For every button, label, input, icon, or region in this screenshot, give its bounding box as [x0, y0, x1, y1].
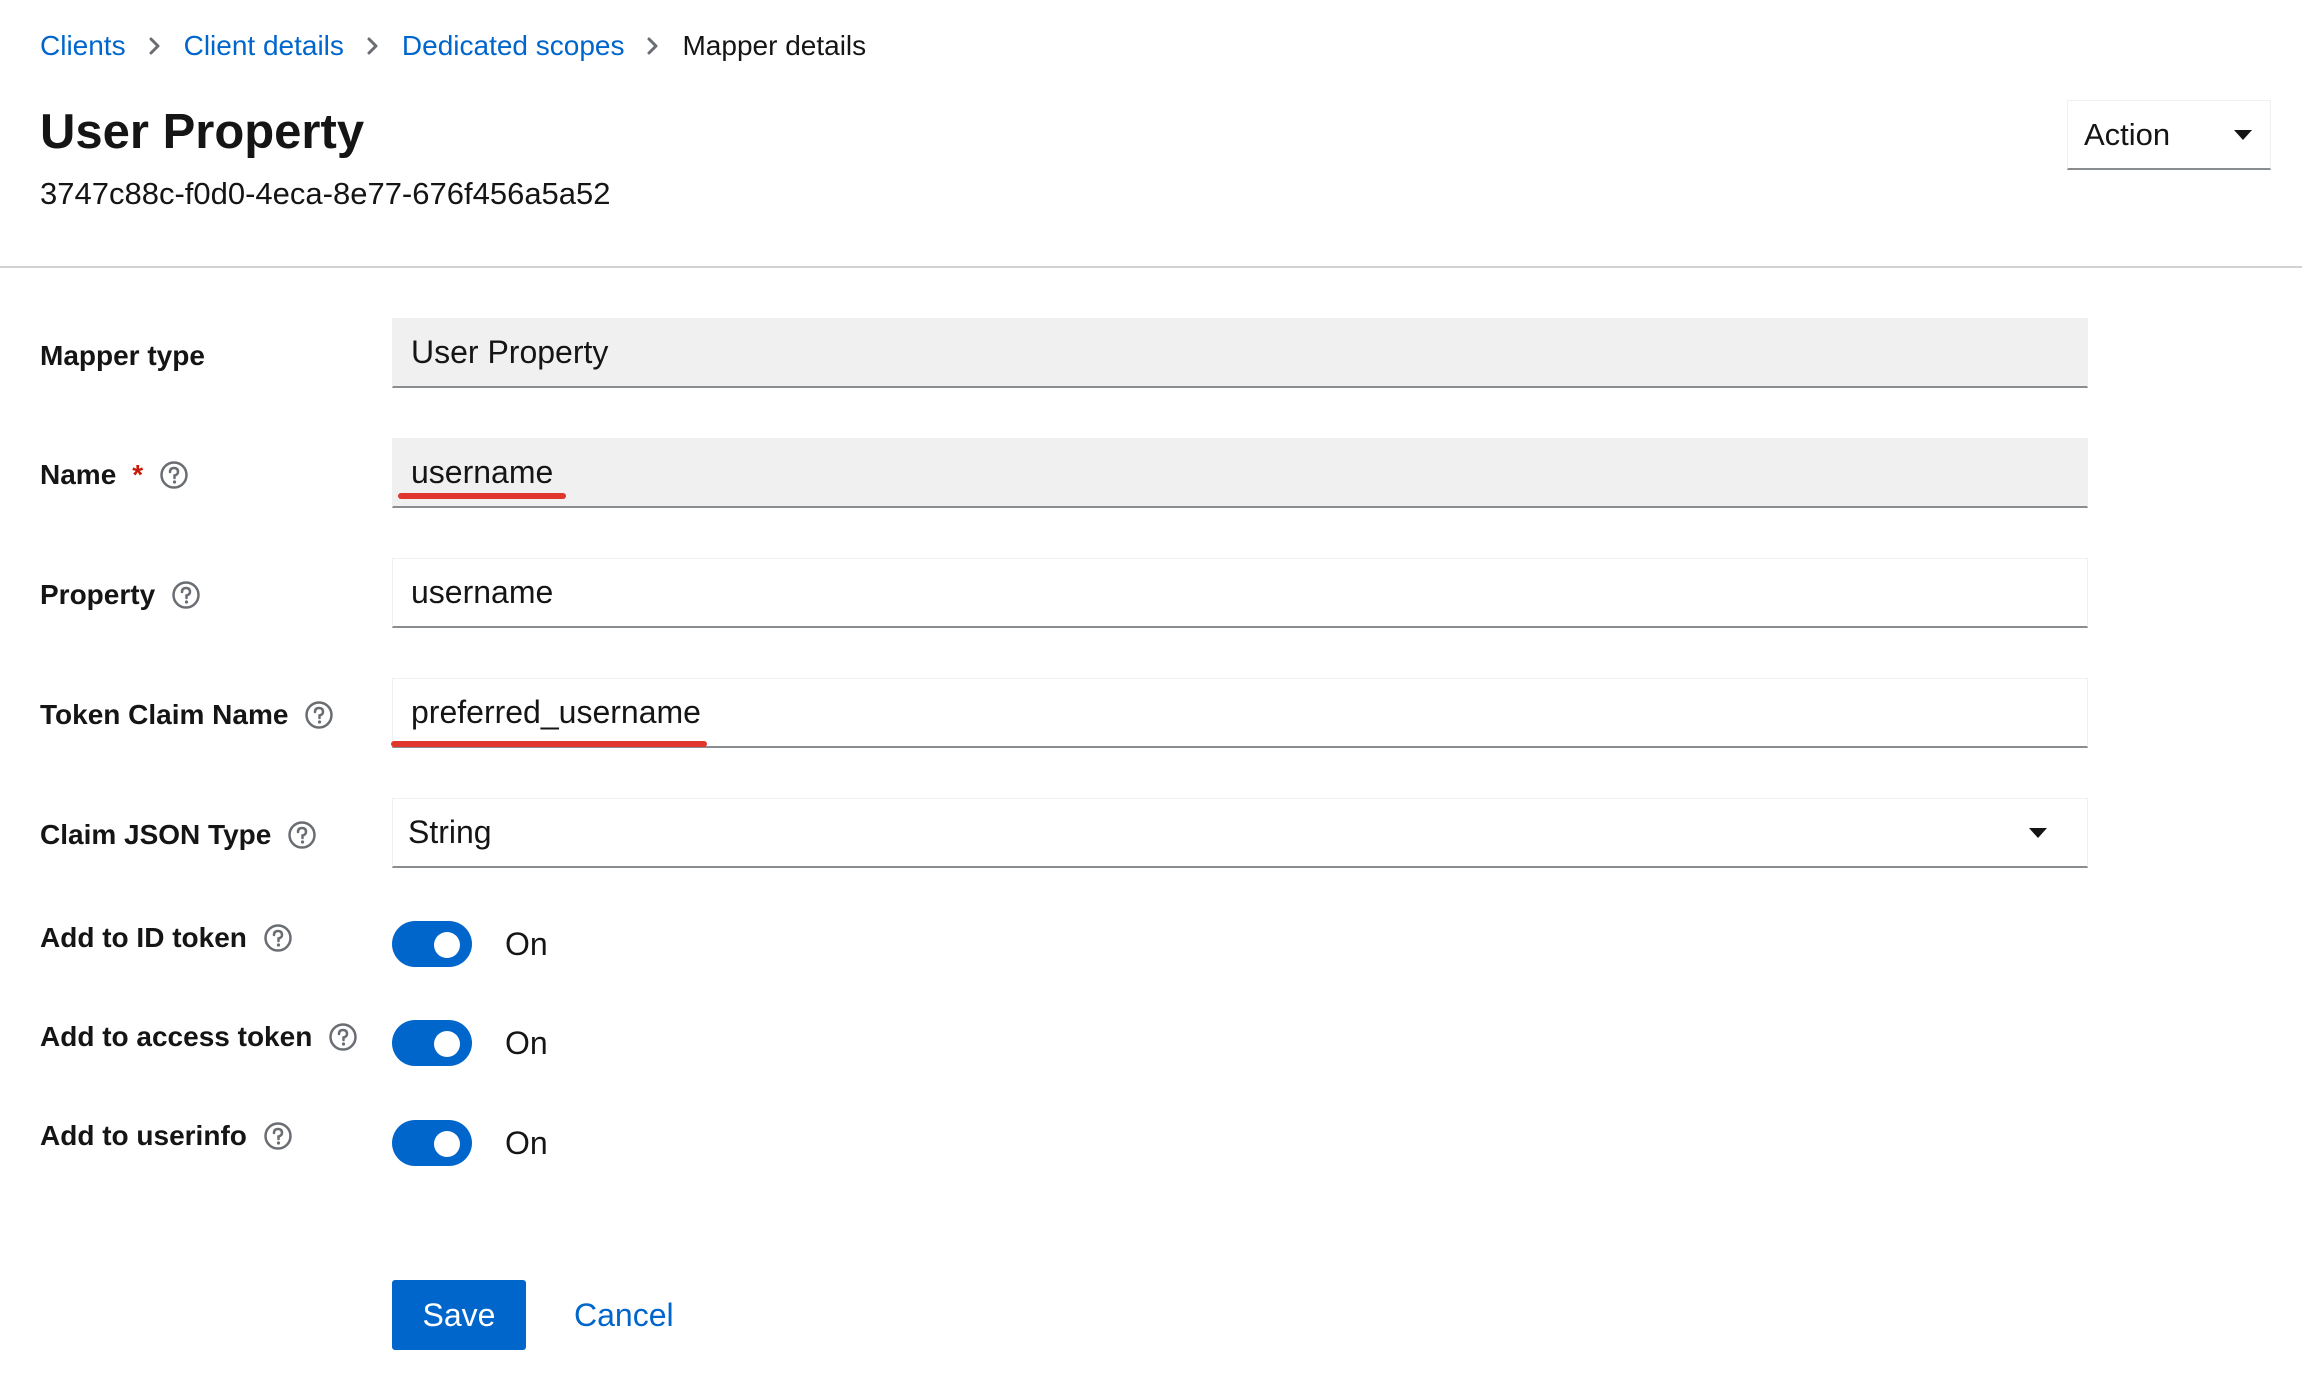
property-label: Property [40, 575, 201, 615]
help-icon[interactable] [171, 580, 201, 610]
add-to-userinfo-switch[interactable] [392, 1120, 472, 1166]
add-to-id-token-label-text: Add to ID token [40, 922, 247, 953]
add-to-userinfo-label-text: Add to userinfo [40, 1120, 247, 1151]
caret-down-icon [2027, 826, 2049, 840]
breadcrumb-current: Mapper details [682, 30, 867, 61]
page-title: User Property [40, 105, 365, 159]
cancel-button[interactable]: Cancel [574, 1280, 674, 1350]
action-dropdown[interactable]: Action [2067, 100, 2271, 170]
breadcrumb-client-details[interactable]: Client details [184, 30, 344, 62]
help-icon[interactable] [263, 1121, 293, 1151]
name-input[interactable]: username [392, 438, 2088, 508]
mapper-type-label-text: Mapper type [40, 340, 205, 371]
switch-knob [434, 1031, 460, 1057]
add-to-access-token-label-text: Add to access token [40, 1021, 313, 1052]
add-to-id-token-label: Add to ID token [40, 918, 293, 958]
help-icon[interactable] [287, 820, 317, 850]
add-to-userinfo-state: On [505, 1124, 548, 1161]
add-to-id-token-state: On [505, 925, 548, 962]
add-to-userinfo-toggle-row: On [392, 1120, 548, 1166]
header-divider [0, 266, 2302, 268]
name-value: username [411, 454, 554, 490]
chevron-right-icon [356, 36, 390, 56]
mapper-type-field: User Property [392, 318, 2088, 388]
chevron-right-icon [138, 36, 172, 56]
add-to-access-token-switch[interactable] [392, 1020, 472, 1066]
switch-knob [434, 932, 460, 958]
token-claim-name-value: preferred_username [411, 694, 701, 730]
claim-json-type-select[interactable]: String [392, 798, 2088, 868]
highlight-underline [391, 741, 707, 747]
property-value: username [411, 574, 554, 610]
breadcrumb-clients[interactable]: Clients [40, 30, 126, 62]
switch-knob [434, 1131, 460, 1157]
token-claim-name-label: Token Claim Name [40, 695, 334, 735]
breadcrumb: Clients Client details Dedicated scopes … [40, 26, 866, 66]
claim-json-type-label-text: Claim JSON Type [40, 819, 272, 850]
property-input[interactable]: username [392, 558, 2088, 628]
help-icon[interactable] [304, 700, 334, 730]
add-to-access-token-label: Add to access token [40, 1017, 358, 1057]
mapper-id: 3747c88c-f0d0-4eca-8e77-676f456a5a52 [40, 176, 611, 211]
mapper-type-value: User Property [411, 334, 609, 370]
required-indicator: * [132, 459, 144, 490]
breadcrumb-dedicated-scopes[interactable]: Dedicated scopes [402, 30, 625, 62]
help-icon[interactable] [159, 460, 189, 490]
add-to-access-token-toggle-row: On [392, 1020, 548, 1066]
caret-down-icon [2232, 128, 2254, 142]
add-to-userinfo-label: Add to userinfo [40, 1116, 293, 1156]
action-label: Action [2084, 116, 2171, 152]
name-label-text: Name [40, 459, 117, 490]
highlight-underline [398, 493, 566, 499]
token-claim-name-input[interactable]: preferred_username [391, 678, 2088, 748]
add-to-id-token-toggle-row: On [392, 921, 548, 967]
token-claim-name-label-text: Token Claim Name [40, 699, 289, 730]
claim-json-type-label: Claim JSON Type [40, 815, 317, 855]
mapper-type-label: Mapper type [40, 336, 205, 376]
help-icon[interactable] [263, 923, 293, 953]
name-label: Name * [40, 455, 189, 495]
chevron-right-icon [636, 36, 670, 56]
help-icon[interactable] [328, 1022, 358, 1052]
property-label-text: Property [40, 579, 156, 610]
save-button[interactable]: Save [392, 1280, 526, 1350]
add-to-id-token-switch[interactable] [392, 921, 472, 967]
claim-json-type-value: String [408, 814, 492, 850]
add-to-access-token-state: On [505, 1024, 548, 1061]
